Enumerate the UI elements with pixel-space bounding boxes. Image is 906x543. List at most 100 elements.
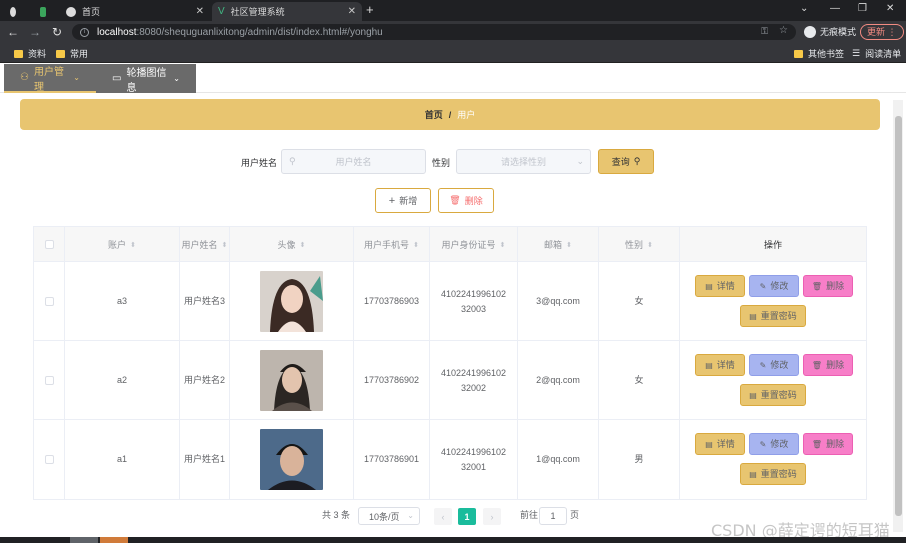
info-icon[interactable]: i bbox=[80, 27, 89, 37]
edit-button[interactable]: ✎ 修改 bbox=[749, 354, 799, 376]
sort-icon[interactable]: ⬍ bbox=[566, 241, 572, 249]
query-button[interactable]: 查询 ⚲ bbox=[598, 149, 654, 174]
sort-icon[interactable]: ⬍ bbox=[222, 241, 228, 249]
reading-list[interactable]: ☰ 阅读清单 bbox=[852, 47, 901, 60]
goto-suffix: 页 bbox=[570, 510, 580, 520]
query-label: 查询 bbox=[611, 157, 630, 167]
restore-icon[interactable]: ❐ bbox=[858, 3, 867, 14]
reload-icon[interactable]: ↻ bbox=[48, 25, 66, 39]
star-icon[interactable]: ☆ bbox=[779, 25, 788, 36]
delete-button[interactable]: 🗑 删除 bbox=[803, 275, 853, 297]
detail-button[interactable]: ▤ 详情 bbox=[695, 275, 745, 297]
column-header-account[interactable]: 账户 ⬍ bbox=[65, 227, 180, 262]
bookmark-label: 其他书签 bbox=[808, 49, 845, 59]
tab-home[interactable]: 首页 ✕ bbox=[60, 2, 210, 21]
select-all-checkbox[interactable] bbox=[44, 240, 54, 249]
sort-icon[interactable]: ⬍ bbox=[130, 241, 136, 249]
scrollbar-thumb[interactable] bbox=[895, 116, 902, 516]
email-cell: 2@qq.com bbox=[518, 341, 599, 420]
pinned-tab[interactable] bbox=[34, 2, 58, 21]
page-number-current[interactable]: 1 bbox=[458, 508, 476, 525]
bookmark-label: 阅读清单 bbox=[865, 49, 902, 59]
minimize-icon[interactable]: — bbox=[830, 3, 840, 14]
reset-password-button[interactable]: ▤ 重置密码 bbox=[740, 463, 806, 485]
sort-icon[interactable]: ⬍ bbox=[500, 241, 506, 249]
bookmark-folder[interactable]: 资料 bbox=[14, 47, 46, 60]
idcard-line: 4102241996102 bbox=[440, 446, 507, 457]
page-size-select[interactable]: 10条/页 ⌄ bbox=[358, 507, 420, 525]
delete-button[interactable]: 🗑 删除 bbox=[803, 433, 853, 455]
sort-icon[interactable]: ⬍ bbox=[413, 241, 419, 249]
prev-page-button[interactable]: ‹ bbox=[434, 508, 452, 525]
taskbar-app[interactable] bbox=[70, 537, 98, 543]
sort-icon[interactable]: ⬍ bbox=[300, 241, 306, 249]
tab-system[interactable]: V 社区管理系统 ✕ bbox=[212, 2, 362, 21]
browser-menu-tab[interactable] bbox=[4, 2, 28, 21]
search-icon: ⚲ bbox=[289, 156, 296, 166]
detail-button[interactable]: ▤ 详情 bbox=[695, 354, 745, 376]
column-header-idcard[interactable]: 用户身份证号 ⬍ bbox=[430, 227, 518, 262]
row-select-cell bbox=[34, 341, 65, 420]
incognito-indicator[interactable]: 无痕模式 bbox=[804, 25, 856, 38]
idcard-cell: 4102241996102 32003 bbox=[430, 262, 518, 341]
breadcrumb-home[interactable]: 首页 bbox=[425, 108, 443, 121]
op-label: 详情 bbox=[716, 280, 735, 291]
sort-icon[interactable]: ⬍ bbox=[647, 241, 653, 249]
detail-button[interactable]: ▤ 详情 bbox=[695, 433, 745, 455]
url-field[interactable]: i localhost :8080/shequguanlixitong/admi… bbox=[72, 24, 796, 40]
column-header-ops: 操作 bbox=[680, 227, 866, 262]
update-button[interactable]: 更新 ⋮ bbox=[860, 24, 904, 40]
menu-item-carousel[interactable]: ▭ 轮播图信息 ⌄ bbox=[96, 64, 196, 94]
avatar-cell bbox=[230, 420, 354, 499]
column-label: 操作 bbox=[763, 240, 782, 250]
page-size-value: 10条/页 bbox=[369, 511, 400, 522]
table-row[interactable]: a3 用户姓名3 17703786903 4102241996102 32003… bbox=[34, 262, 866, 341]
close-window-icon[interactable]: ✕ bbox=[886, 3, 894, 14]
column-header-phone[interactable]: 用户手机号 ⬍ bbox=[354, 227, 430, 262]
search-icon: ⚲ bbox=[633, 156, 641, 166]
row-checkbox[interactable] bbox=[44, 455, 54, 464]
name-search-input[interactable]: ⚲ 用户姓名 bbox=[281, 149, 426, 174]
pagination-total: 共 3 条 bbox=[322, 510, 351, 520]
column-header-gender[interactable]: 性别 ⬍ bbox=[599, 227, 680, 262]
bookmark-folder[interactable]: 其他书签 bbox=[794, 47, 844, 60]
app-icon bbox=[40, 6, 46, 17]
column-header-email[interactable]: 邮箱 ⬍ bbox=[518, 227, 599, 262]
key-icon[interactable]: ⚿ bbox=[761, 26, 768, 37]
menu-item-users[interactable]: ⚇ 用户管理 ⌄ bbox=[4, 64, 96, 93]
row-checkbox[interactable] bbox=[44, 297, 54, 306]
goto-page-input[interactable]: 1 bbox=[539, 507, 567, 525]
new-tab-icon[interactable]: + bbox=[366, 2, 374, 17]
trash-icon: 🗑 bbox=[449, 195, 461, 205]
batch-delete-button[interactable]: 🗑 删除 bbox=[438, 188, 494, 213]
column-header-avatar[interactable]: 头像 ⬍ bbox=[230, 227, 354, 262]
edit-button[interactable]: ✎ 修改 bbox=[749, 433, 799, 455]
op-label: 重置密码 bbox=[760, 389, 797, 400]
table-row[interactable]: a2 用户姓名2 17703786902 4102241996102 32002… bbox=[34, 341, 866, 420]
column-label: 性别 bbox=[625, 240, 644, 250]
close-icon[interactable]: ✕ bbox=[196, 6, 204, 17]
column-label: 用户姓名 bbox=[181, 240, 218, 250]
account-cell: a1 bbox=[65, 420, 180, 499]
delete-button[interactable]: 🗑 删除 bbox=[803, 354, 853, 376]
taskbar bbox=[0, 537, 906, 543]
add-button[interactable]: + 新增 bbox=[375, 188, 431, 213]
chevron-down-icon[interactable]: ⌄ bbox=[800, 3, 808, 14]
table-row[interactable]: a1 用户姓名1 17703786901 4102241996102 32001… bbox=[34, 420, 866, 499]
edit-button[interactable]: ✎ 修改 bbox=[749, 275, 799, 297]
bookmark-folder[interactable]: 常用 bbox=[56, 47, 88, 60]
reset-password-button[interactable]: ▤ 重置密码 bbox=[740, 384, 806, 406]
document-icon: ▤ bbox=[749, 469, 757, 479]
taskbar-app[interactable] bbox=[100, 537, 128, 543]
gender-select[interactable]: 请选择性别 ⌄ bbox=[456, 149, 591, 174]
reset-password-button[interactable]: ▤ 重置密码 bbox=[740, 305, 806, 327]
forward-icon[interactable]: → bbox=[26, 25, 44, 39]
back-icon[interactable]: ← bbox=[4, 25, 22, 39]
close-icon[interactable]: ✕ bbox=[348, 6, 356, 17]
row-checkbox[interactable] bbox=[44, 376, 54, 385]
delete-label: 删除 bbox=[464, 196, 483, 206]
column-header-name[interactable]: 用户姓名 ⬍ bbox=[180, 227, 230, 262]
user-icon: ⚇ bbox=[20, 72, 29, 83]
next-page-button[interactable]: › bbox=[483, 508, 501, 525]
op-label: 删除 bbox=[826, 438, 845, 449]
